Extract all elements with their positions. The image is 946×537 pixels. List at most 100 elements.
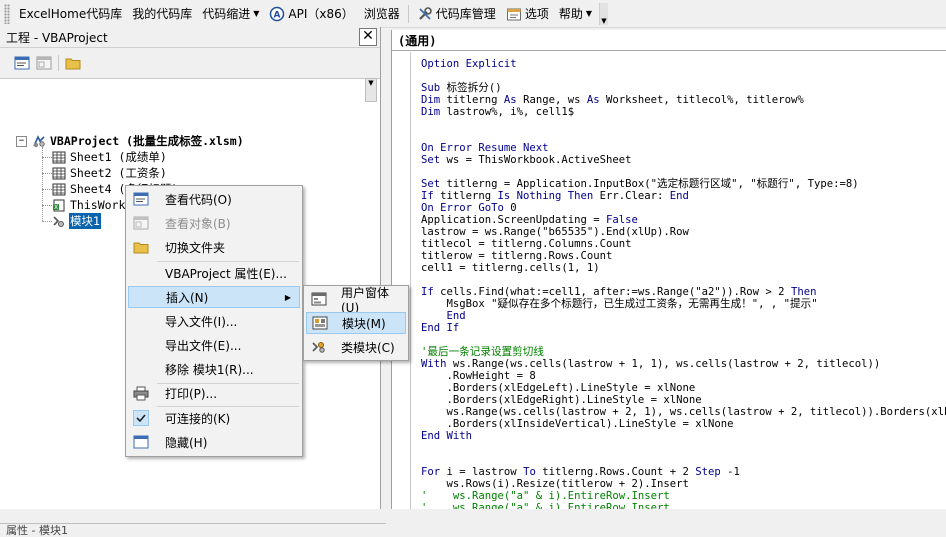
excelhome-library-label: ExcelHome代码库	[19, 7, 123, 21]
tree-item-module1[interactable]: 模块1	[52, 213, 101, 229]
submenu-item-module[interactable]: 模块(M)	[306, 312, 406, 334]
help-dropdown[interactable]: 帮助 ▼	[554, 3, 597, 25]
code-text: Err.Clear:	[599, 190, 670, 202]
code-text: cell1 = titlerng.cells(1, 1)	[421, 262, 600, 274]
tree-root-vbaproject[interactable]: VBAProject (批量生成标签.xlsm)	[32, 133, 245, 149]
code-text: ws.Rows(i).Resize(titlerow + 2).Insert	[421, 478, 689, 490]
code-line: Option Explicit	[421, 58, 946, 70]
library-manager-label: 代码库管理	[435, 7, 496, 21]
code-line: Dim titlerng As Range, ws As Worksheet, …	[421, 94, 946, 106]
menu-item-import-file[interactable]: 导入文件(I)...	[128, 310, 300, 332]
menu-item-label: 可连接的(K)	[165, 411, 231, 426]
menu-item-dockable[interactable]: 可连接的(K)	[128, 407, 300, 429]
code-margin[interactable]	[392, 52, 411, 509]
code-keyword: If	[421, 286, 441, 298]
menu-item-view-code[interactable]: 查看代码(O)	[128, 188, 300, 210]
code-line: With ws.Range(ws.cells(lastrow + 1, 1), …	[421, 358, 946, 370]
menu-item-toggle-folders[interactable]: 切换文件夹	[128, 236, 300, 258]
code-indent-dropdown[interactable]: 代码缩进 ▼	[197, 3, 264, 25]
code-keyword: End With	[421, 430, 473, 442]
object-dropdown[interactable]: (通用)	[392, 30, 946, 51]
code-line: End If	[421, 322, 946, 334]
submenu-item-class-module[interactable]: 类模块(C)	[306, 336, 406, 358]
code-text: .Borders(xlEdgeRight).LineStyle = xlNone	[421, 394, 702, 406]
code-line: On Error Resume Next	[421, 142, 946, 154]
code-keyword: As	[503, 94, 524, 106]
browser-label: 浏览器	[363, 7, 400, 21]
checkmark-icon	[133, 410, 149, 426]
tree-connector	[42, 189, 52, 190]
code-text: 0	[510, 202, 517, 214]
code-keyword: End If	[421, 322, 460, 334]
menu-item-label: 切换文件夹	[165, 240, 226, 255]
close-icon[interactable]: ✕	[359, 28, 377, 46]
code-keyword: For	[421, 466, 447, 478]
menu-item-label: 模块(M)	[342, 316, 386, 331]
menu-item-label: 类模块(C)	[341, 340, 395, 355]
code-line: titlecol = titlerng.Columns.Count	[421, 238, 946, 250]
menu-item-insert[interactable]: 插入(N) ▶	[128, 286, 300, 308]
code-indent-label: 代码缩进	[202, 7, 251, 21]
code-window: (通用) Option Explicit Sub 标签拆分() Dim titler…	[391, 30, 946, 509]
menu-item-remove-module[interactable]: 移除 模块1(R)...	[128, 358, 300, 380]
code-keyword: Sub	[421, 82, 447, 94]
menu-item-project-properties[interactable]: VBAProject 属性(E)...	[128, 262, 300, 284]
menu-item-hide[interactable]: 隐藏(H)	[128, 431, 300, 453]
tree-item-sheet2[interactable]: Sheet2 (工资条)	[52, 165, 168, 181]
object-dropdown-value: (通用)	[398, 33, 437, 48]
menu-item-view-object[interactable]: 查看对象(B)	[128, 212, 300, 234]
svg-text:A: A	[274, 10, 281, 20]
code-line: cell1 = titlerng.cells(1, 1)	[421, 262, 946, 274]
tree-connector	[42, 157, 52, 158]
code-editor[interactable]: Option Explicit Sub 标签拆分() Dim titlerng As…	[421, 58, 946, 509]
menu-item-label: 导入文件(I)...	[165, 314, 238, 329]
code-keyword: End	[669, 190, 689, 202]
code-line: End With	[421, 430, 946, 442]
code-text: MsgBox "疑似存在多个标题行，已生成过工资条，无需再生成！", , "提示…	[421, 298, 818, 310]
toolbar-overflow-button[interactable]: ▼	[599, 2, 608, 25]
tree-item-sheet1[interactable]: Sheet1 (成绩单)	[52, 149, 168, 165]
code-text: cells.Find(what:=cell1, after:=ws.Range(…	[440, 286, 791, 298]
options-button[interactable]: 选项	[501, 3, 554, 25]
menu-item-print[interactable]: 打印(P)...	[128, 382, 300, 404]
library-manager-button[interactable]: 代码库管理	[412, 3, 501, 25]
menu-item-label: 查看代码(O)	[165, 192, 232, 207]
my-library-button[interactable]: 我的代码库	[127, 3, 197, 25]
toolbar-separator	[58, 55, 59, 71]
code-line: .RowHeight = 8	[421, 370, 946, 382]
submenu-item-userform[interactable]: 用户窗体(U)	[306, 286, 406, 315]
code-line: On Error GoTo 0	[421, 202, 946, 214]
help-label: 帮助	[558, 7, 583, 21]
toolbar-grip[interactable]	[4, 3, 10, 24]
project-explorer-toolbar	[0, 48, 380, 79]
code-keyword: Then	[790, 286, 817, 298]
code-text: .Borders(xlInsideVertical).LineStyle = x…	[421, 418, 734, 430]
code-text: Worksheet, titlecol%, titlerow%	[605, 94, 804, 106]
code-keyword: Dim	[421, 94, 447, 106]
api-x86-button[interactable]: A API（x86）	[264, 3, 358, 25]
collapse-toggle[interactable]: −	[16, 136, 27, 147]
view-object-icon[interactable]	[36, 56, 52, 70]
sheet-icon	[52, 151, 66, 164]
code-keyword: Dim	[421, 106, 447, 118]
excelhome-library-button[interactable]: ExcelHome代码库	[14, 3, 127, 25]
options-label: 选项	[524, 7, 549, 21]
menu-item-export-file[interactable]: 导出文件(E)...	[128, 334, 300, 356]
code-comment: ' ws.Range("a" & i).EntireRow.Insert	[421, 490, 670, 502]
menu-item-label: 隐藏(H)	[165, 435, 208, 450]
menu-item-label: 用户窗体(U)	[341, 285, 390, 315]
code-keyword: Is Nothing Then	[497, 190, 600, 202]
code-line: .Borders(xlEdgeLeft).LineStyle = xlNone	[421, 382, 946, 394]
code-line: Sub 标签拆分()	[421, 82, 946, 94]
code-text: Application.ScreenUpdating =	[421, 214, 606, 226]
view-code-icon[interactable]	[14, 56, 30, 70]
toggle-folders-icon[interactable]	[65, 56, 81, 70]
code-comment: '最后一条记录设置剪切线	[421, 346, 544, 358]
tree-connector	[42, 205, 52, 206]
browser-button[interactable]: 浏览器	[359, 3, 405, 25]
printer-icon	[133, 385, 149, 401]
submenu-arrow-icon: ▶	[284, 292, 291, 302]
panel-scroll-arrow[interactable]: ▼	[365, 78, 377, 102]
userform-icon	[311, 291, 327, 307]
